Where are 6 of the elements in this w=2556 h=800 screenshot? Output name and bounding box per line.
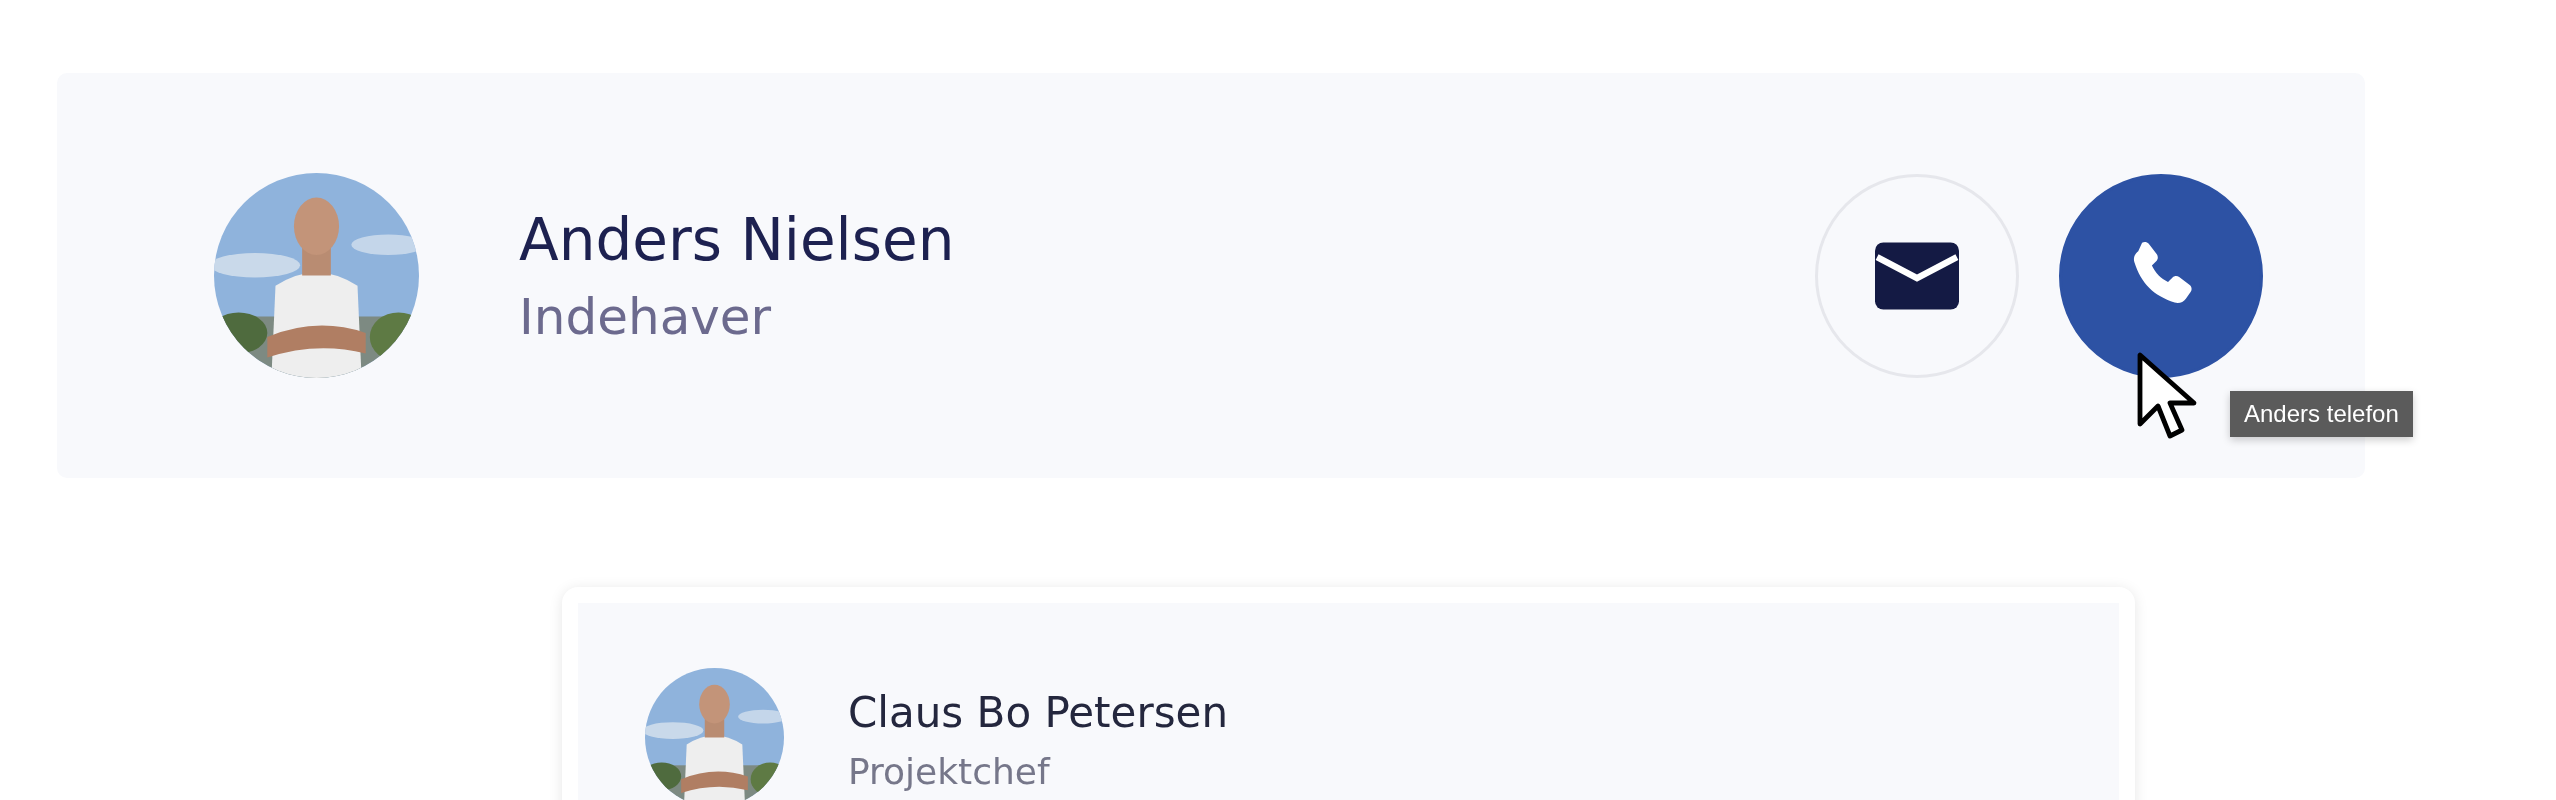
member-role: Projektchef xyxy=(848,751,1052,792)
member-name: Claus Bo Petersen xyxy=(848,688,1229,737)
email-button[interactable] xyxy=(1815,173,2019,378)
tooltip: Anders telefon xyxy=(2230,391,2413,437)
contact-name: Anders Nielsen xyxy=(519,205,956,274)
contact-role: Indehaver xyxy=(519,287,773,346)
